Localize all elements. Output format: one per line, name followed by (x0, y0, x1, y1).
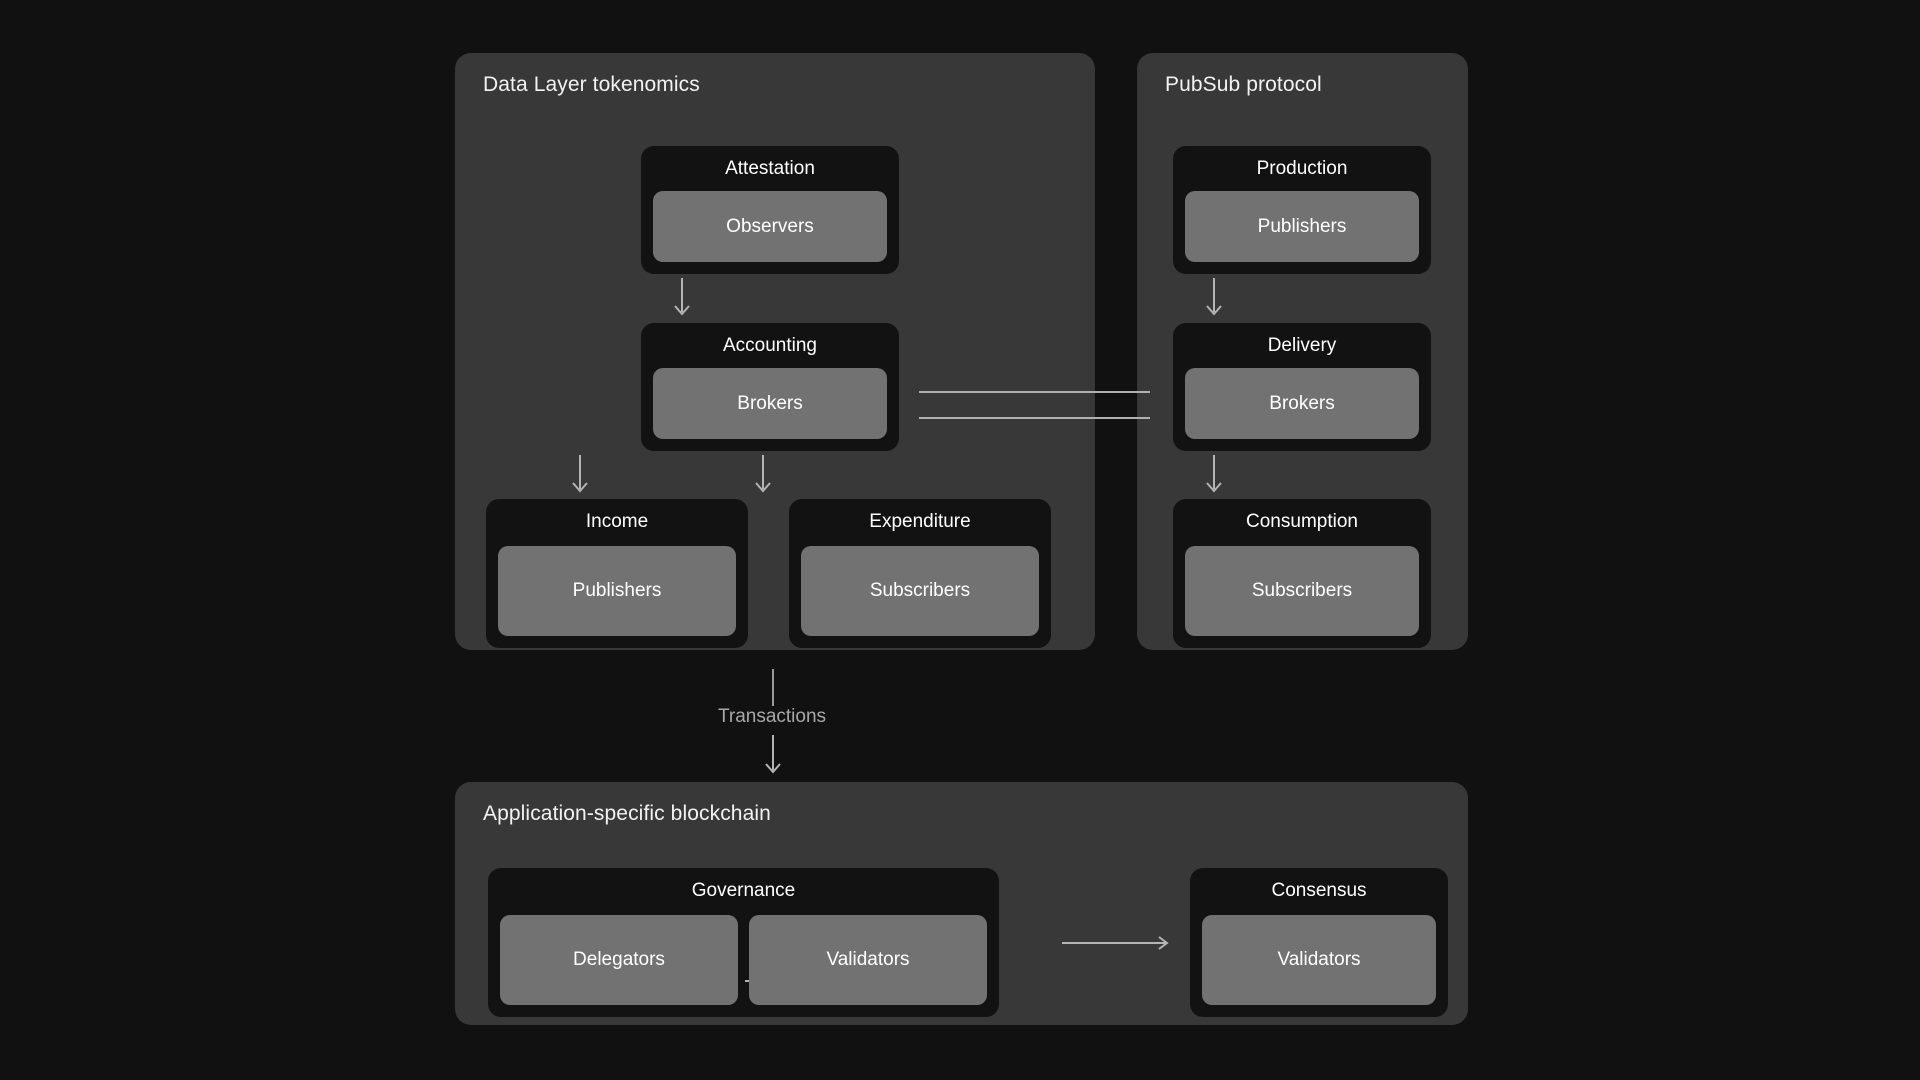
box-governance[interactable]: Governance Delegators Validators (488, 868, 999, 1017)
chip-label-validators-consensus: Validators (1277, 949, 1361, 970)
arrow-transactions-to-blockchain (761, 735, 785, 779)
chip-brokers-accounting[interactable]: Brokers (653, 368, 887, 439)
chip-delegators[interactable]: Delegators (500, 915, 738, 1005)
chip-label-publishers-income: Publishers (572, 580, 662, 601)
box-title-attestation: Attestation (725, 158, 815, 179)
chip-validators-consensus[interactable]: Validators (1202, 915, 1436, 1005)
chip-label-subscribers-expenditure: Subscribers (869, 580, 971, 601)
box-consumption[interactable]: Consumption Subscribers (1173, 499, 1431, 648)
chip-label-validators-governance: Validators (826, 949, 910, 970)
box-accounting[interactable]: Accounting Brokers (641, 323, 899, 451)
box-attestation[interactable]: Attestation Observers (641, 146, 899, 274)
chip-subscribers-consumption[interactable]: Subscribers (1185, 546, 1419, 636)
box-consensus[interactable]: Consensus Validators (1190, 868, 1448, 1017)
connector-brokers-line-bottom (919, 417, 1150, 419)
connector-brokers-line-top (919, 391, 1150, 393)
box-production[interactable]: Production Publishers (1173, 146, 1431, 274)
arrow-delivery-to-consumption (1202, 455, 1226, 498)
panel-pubsub-protocol: PubSub protocol Production Publishers De… (1137, 53, 1468, 650)
box-title-income: Income (585, 511, 649, 532)
panel-title-blockchain: Application-specific blockchain (483, 802, 771, 825)
box-title-consumption: Consumption (1246, 511, 1358, 532)
chip-label-observers: Observers (726, 215, 814, 237)
diagram-canvas: Data Layer tokenomics Attestation Observ… (0, 0, 1920, 1080)
chip-publishers-income[interactable]: Publishers (498, 546, 736, 636)
chip-label-brokers-accounting: Brokers (737, 392, 803, 414)
chip-brokers-delivery[interactable]: Brokers (1185, 368, 1419, 439)
box-title-consensus: Consensus (1271, 880, 1367, 901)
chip-publishers-production[interactable]: Publishers (1185, 191, 1419, 262)
chip-label-subscribers-consumption: Subscribers (1251, 580, 1353, 601)
panel-title-pubsub: PubSub protocol (1165, 73, 1322, 96)
box-title-delivery: Delivery (1267, 335, 1337, 356)
chip-validators-governance[interactable]: Validators (749, 915, 987, 1005)
chip-label-publishers-production: Publishers (1257, 215, 1347, 237)
box-title-expenditure: Expenditure (869, 511, 971, 532)
panel-data-layer-tokenomics: Data Layer tokenomics Attestation Observ… (455, 53, 1095, 650)
box-delivery[interactable]: Delivery Brokers (1173, 323, 1431, 451)
arrow-attestation-to-accounting (670, 278, 694, 321)
box-title-accounting: Accounting (722, 335, 817, 356)
arrow-accounting-to-income (568, 455, 592, 498)
chip-label-delegators: Delegators (573, 949, 665, 970)
transactions-label: Transactions (717, 706, 827, 727)
box-expenditure[interactable]: Expenditure Subscribers (789, 499, 1051, 648)
transactions-stem-top (772, 669, 774, 706)
arrow-governance-to-consensus (1062, 935, 1174, 951)
arrow-production-to-delivery (1202, 278, 1226, 321)
arrow-accounting-to-expenditure (751, 455, 775, 498)
panel-title-data-layer: Data Layer tokenomics (483, 73, 700, 96)
chip-observers[interactable]: Observers (653, 191, 887, 262)
box-title-production: Production (1256, 158, 1348, 179)
panel-application-specific-blockchain: Application-specific blockchain Governan… (455, 782, 1468, 1025)
box-title-governance: Governance (691, 880, 796, 901)
box-income[interactable]: Income Publishers (486, 499, 748, 648)
chip-subscribers-expenditure[interactable]: Subscribers (801, 546, 1039, 636)
chip-label-brokers-delivery: Brokers (1269, 392, 1335, 414)
